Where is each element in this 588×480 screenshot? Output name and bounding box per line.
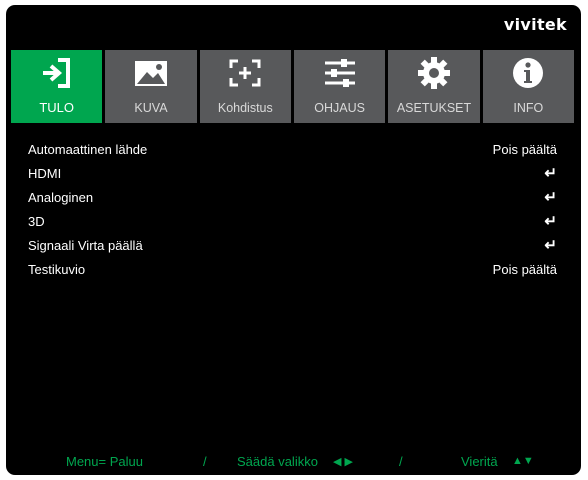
menu-item-label: 3D xyxy=(28,213,45,229)
footer-scroll-hint: Vieritä xyxy=(461,454,498,469)
image-icon xyxy=(105,56,196,90)
tab-label: Kohdistus xyxy=(217,101,273,115)
tab-label: ASETUKSET xyxy=(396,101,472,115)
vivitek-logo: vivitek xyxy=(503,15,567,34)
menu-item-analoginen[interactable]: Analoginen ↵ xyxy=(28,185,557,209)
tab-ohjaus[interactable]: OHJAUS xyxy=(293,50,386,123)
menu-item-label: Testikuvio xyxy=(28,261,86,277)
menu-item-label: Analoginen xyxy=(28,189,94,205)
menu-item-hdmi[interactable]: HDMI ↵ xyxy=(28,161,557,185)
menu-item-3d[interactable]: 3D ↵ xyxy=(28,209,557,233)
menu-item-signaali-virta-paalla[interactable]: Signaali Virta päällä ↵ xyxy=(28,233,557,257)
enter-icon: ↵ xyxy=(544,189,557,206)
tab-kuva[interactable]: KUVA xyxy=(105,50,197,123)
focus-icon xyxy=(200,56,291,90)
tab-info[interactable]: INFO xyxy=(482,50,574,123)
menu-item-automaattinen-lahde[interactable]: Automaattinen lähde Pois päältä xyxy=(28,137,557,161)
tab-kohdistus[interactable]: Kohdistus xyxy=(199,50,291,123)
input-icon xyxy=(11,56,102,90)
menu-item-value: Pois päältä xyxy=(492,141,557,157)
tab-label: KUVA xyxy=(134,101,168,115)
menu-item-label: HDMI xyxy=(28,165,62,181)
enter-icon: ↵ xyxy=(544,213,557,230)
up-down-arrows-icon: ▲▼ xyxy=(512,455,534,467)
footer-adjust-hint: Säädä valikko xyxy=(237,454,318,469)
tab-tulo[interactable]: TULO xyxy=(11,50,103,123)
footer-separator: / xyxy=(399,454,403,469)
menu-item-label: Signaali Virta päällä xyxy=(28,237,143,253)
tab-bar: TULO KUVA Kohdistus OHJAUS ASETUKSET INF… xyxy=(11,50,574,123)
footer-menu-hint: Menu= Paluu xyxy=(66,454,143,469)
tab-label: TULO xyxy=(39,100,74,115)
enter-icon: ↵ xyxy=(544,165,557,182)
menu-list: Automaattinen lähde Pois päältä HDMI ↵ A… xyxy=(28,137,557,281)
info-icon xyxy=(483,56,574,90)
footer-separator: / xyxy=(203,454,207,469)
footer-hint-bar: Menu= Paluu / Säädä valikko ◀ ▶ / Vierit… xyxy=(6,449,581,475)
tab-label: INFO xyxy=(513,101,544,115)
menu-item-label: Automaattinen lähde xyxy=(28,141,148,157)
sliders-icon xyxy=(294,56,385,90)
menu-item-testikuvio[interactable]: Testikuvio Pois päältä xyxy=(28,257,557,281)
menu-item-value: Pois päältä xyxy=(492,261,557,277)
gear-icon xyxy=(388,56,479,90)
tab-asetukset[interactable]: ASETUKSET xyxy=(388,50,480,123)
enter-icon: ↵ xyxy=(544,237,557,254)
tab-label: OHJAUS xyxy=(314,101,365,115)
osd-menu: vivitek TULO KUVA Kohdistus OHJAUS ASETU… xyxy=(6,5,581,475)
left-right-arrows-icon: ◀ ▶ xyxy=(333,456,353,468)
